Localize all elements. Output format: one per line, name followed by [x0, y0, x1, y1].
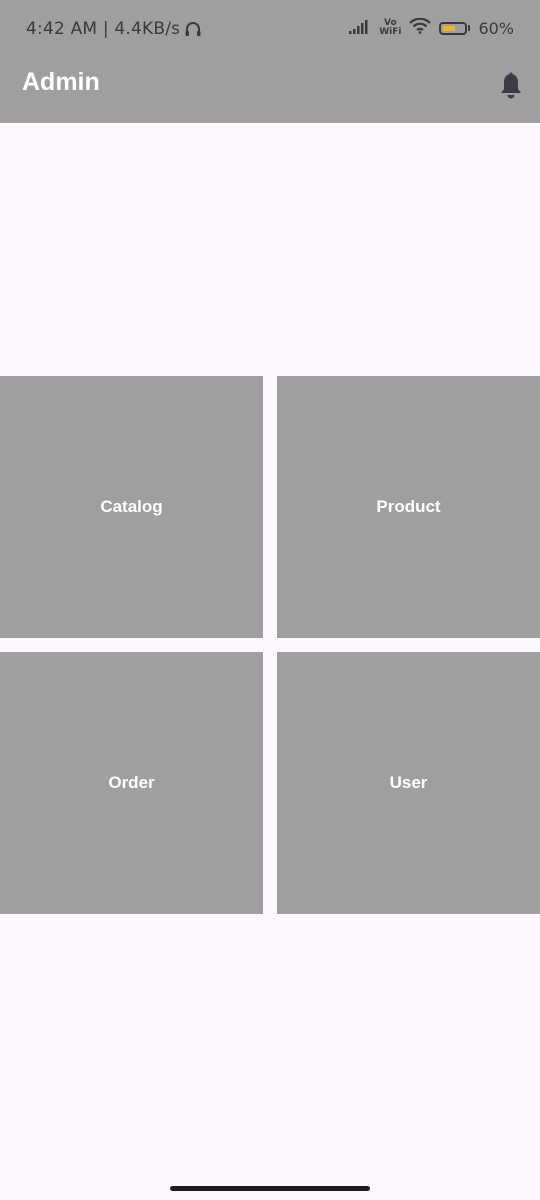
tile-label-catalog: Catalog	[100, 497, 163, 516]
signal-icon	[349, 19, 371, 38]
top-app-bar: 4:42 AM | 4.4KB/s Vo WiFi 60% Admin	[0, 0, 540, 123]
admin-screen: 4:42 AM | 4.4KB/s Vo WiFi 60% Admin Cata…	[0, 0, 540, 1200]
tile-order[interactable]: Order	[0, 652, 263, 914]
status-left: 4:42 AM | 4.4KB/s	[26, 19, 202, 39]
notification-bell-icon[interactable]	[498, 71, 524, 101]
page-title: Admin	[22, 68, 100, 96]
tile-label-user: User	[389, 773, 428, 792]
status-time-speed: 4:42 AM | 4.4KB/s	[26, 19, 181, 39]
tile-user[interactable]: User	[277, 652, 540, 914]
tile-product[interactable]: Product	[277, 376, 540, 638]
status-bar: 4:42 AM | 4.4KB/s Vo WiFi 60%	[0, 0, 540, 62]
headphone-icon	[184, 20, 202, 38]
status-right: Vo WiFi 60%	[349, 17, 514, 38]
tile-label-order: Order	[108, 773, 155, 792]
battery-fill	[443, 25, 456, 31]
wifi-icon	[409, 17, 432, 38]
battery-percent: 60%	[478, 18, 514, 38]
tile-label-product: Product	[376, 497, 441, 516]
vowifi-bottom: WiFi	[379, 27, 402, 37]
vowifi-indicator: Vo WiFi	[379, 19, 401, 37]
home-indicator[interactable]	[170, 1186, 370, 1191]
tile-catalog[interactable]: Catalog	[0, 376, 263, 638]
battery-icon	[439, 21, 471, 35]
